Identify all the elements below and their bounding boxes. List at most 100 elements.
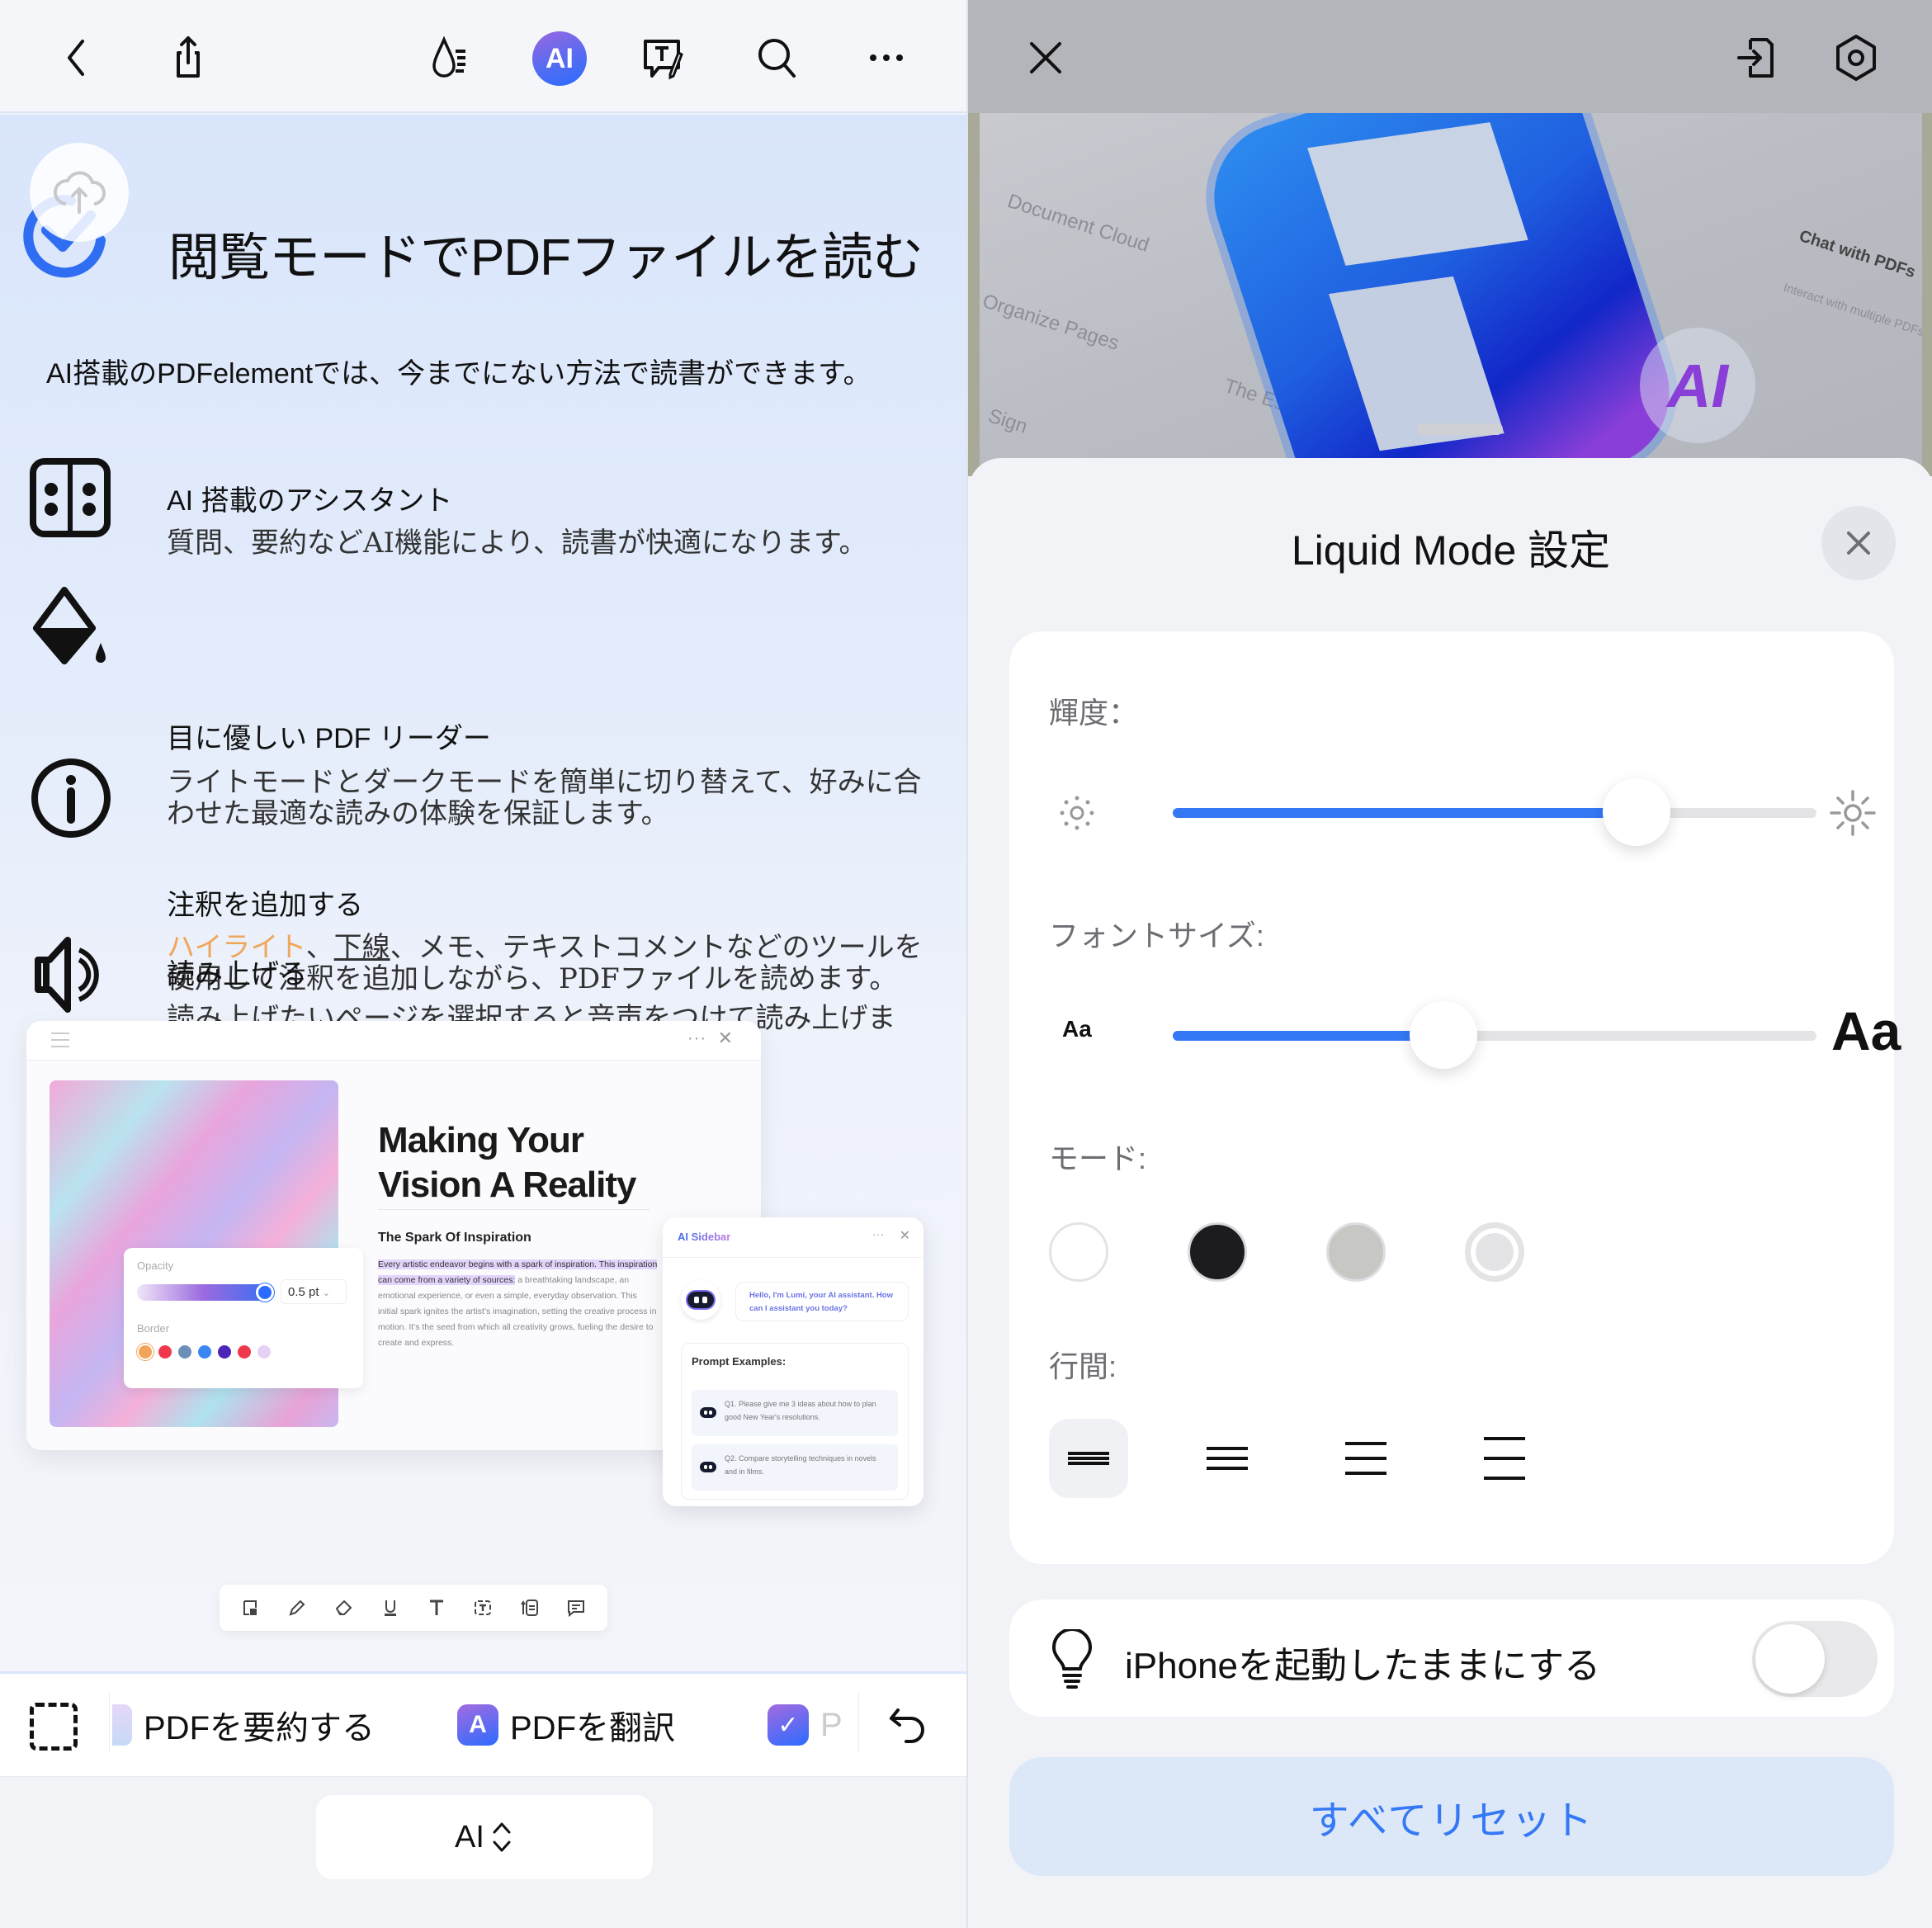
promo-label: Chat with PDFs <box>1797 226 1918 282</box>
brightness-low-icon <box>1060 796 1094 830</box>
preview-body: Every artistic endeavor begins with a sp… <box>378 1257 659 1351</box>
brightness-slider[interactable] <box>1173 778 1816 846</box>
chevron-up-down-icon <box>493 1822 511 1852</box>
border-color-swatch <box>139 1345 152 1359</box>
promo-label: Document Cloud <box>1004 190 1152 257</box>
textbox-icon <box>472 1597 494 1618</box>
back-icon[interactable] <box>51 31 104 84</box>
text-edit-icon[interactable] <box>637 31 690 84</box>
sheet-grabber[interactable] <box>1417 423 1503 435</box>
translate-pdf-button[interactable]: A PDFを翻訳 <box>457 1695 675 1755</box>
speaker-icon <box>35 937 99 1013</box>
feature-description: 質問、要約などAI機能により、読書が快適になります。 <box>167 527 867 560</box>
mode-switcher[interactable]: AI <box>316 1795 653 1879</box>
ai-logo: AI <box>1640 328 1755 443</box>
mode-system-option[interactable] <box>1465 1222 1524 1282</box>
prompt-text: Q2. Compare storytelling techniques in n… <box>725 1454 876 1476</box>
promo-label: Interact with multiple PDFs <box>1781 280 1922 340</box>
promo-image: Document Cloud Organize Pages Sign The E… <box>980 113 1922 476</box>
line-spacing-normal-icon <box>1207 1447 1248 1470</box>
close-icon[interactable] <box>1019 31 1072 84</box>
border-color-swatch <box>257 1345 271 1359</box>
more-icon[interactable] <box>860 31 913 84</box>
settings-gear-icon[interactable] <box>1830 31 1882 84</box>
slider-thumb[interactable] <box>1409 1001 1477 1069</box>
promo-label: Sign <box>985 404 1031 438</box>
cloud-upload-button[interactable] <box>30 143 129 242</box>
cloud-upload-icon <box>53 171 106 214</box>
font-size-large-sample: Aa <box>1831 1000 1901 1061</box>
divider <box>858 1692 859 1753</box>
opacity-slider-knob <box>256 1283 274 1302</box>
liquid-mode-icon[interactable] <box>424 31 477 84</box>
brightness-high-icon <box>1830 790 1876 836</box>
preview-heading: Making Your Vision A Reality <box>378 1118 636 1207</box>
feature-title: AI 搭載のアシスタント <box>167 485 453 517</box>
undo-icon[interactable] <box>886 1704 933 1750</box>
ai-sidebar-preview: AI Sidebar ··· ✕ Hello, I'm Lumi, your A… <box>663 1217 923 1506</box>
preview-heading-line: Vision A Reality <box>378 1165 636 1205</box>
feature-title: 目に優しい PDF リーダー <box>167 723 491 754</box>
page-title: 閲覧モードでPDFファイルを読む <box>168 229 923 286</box>
toggle-thumb <box>1755 1624 1825 1694</box>
eraser-icon <box>333 1597 355 1618</box>
divider <box>109 1692 110 1753</box>
feature-preview-image: ··· ✕ Opacity 0.5 pt ⌄ Border Making You… <box>26 1021 761 1450</box>
close-icon: ✕ <box>899 1229 910 1243</box>
font-size-slider[interactable] <box>1173 1001 1816 1069</box>
line-spacing-extra-wide[interactable] <box>1465 1419 1544 1498</box>
keep-awake-toggle[interactable] <box>1752 1621 1878 1697</box>
search-icon[interactable] <box>751 31 804 84</box>
underline-sample: 下線 <box>333 931 390 964</box>
select-area-icon[interactable] <box>30 1703 78 1751</box>
translate-icon: A <box>457 1704 498 1746</box>
lightbulb-icon <box>1052 1629 1092 1689</box>
mode-dark-option[interactable] <box>1188 1222 1247 1282</box>
close-sheet-button[interactable] <box>1821 506 1896 580</box>
feature-title: 注釈を追加する <box>167 890 363 921</box>
prompt-example: Q1. Please give me 3 ideas about how to … <box>692 1390 898 1436</box>
bot-avatar <box>681 1280 720 1320</box>
display-settings-card: 輝度： フォントサイズ: Aa Aa モード: 行間: <box>1009 631 1901 1564</box>
ai-assistant-button[interactable]: AI <box>532 31 587 86</box>
sticky-note-icon <box>240 1597 262 1618</box>
divider <box>378 1209 650 1210</box>
slider-thumb[interactable] <box>1602 778 1670 846</box>
pencil-icon <box>286 1597 308 1618</box>
annotation-toolbar-preview <box>220 1585 607 1631</box>
text-list-icon <box>519 1597 541 1618</box>
settings-sheet: Liquid Mode 設定 輝度： フォントサイズ: Aa Aa モード: 行… <box>968 458 1932 1928</box>
line-spacing-compact-icon <box>1068 1452 1109 1465</box>
bot-icon <box>687 1292 714 1308</box>
font-size-small-sample: Aa <box>1062 1016 1092 1042</box>
line-spacing-wide-icon <box>1345 1442 1386 1475</box>
border-color-swatch <box>158 1345 172 1359</box>
sheet-title: Liquid Mode 設定 <box>1291 527 1611 574</box>
preview-heading-line: Making Your <box>378 1120 584 1160</box>
line-spacing-wide[interactable] <box>1326 1419 1405 1498</box>
chevron-down-icon: ⌄ <box>322 1288 330 1298</box>
ai-greeting: Hello, I'm Lumi, your AI assistant. How … <box>735 1282 909 1321</box>
proofread-pdf-button[interactable]: ✓ P <box>768 1695 843 1755</box>
share-icon[interactable] <box>162 31 215 84</box>
mode-switcher-label: AI <box>455 1819 484 1855</box>
close-icon: ✕ <box>717 1028 733 1048</box>
promo-label: Organize Pages <box>980 290 1122 355</box>
line-spacing-compact[interactable] <box>1049 1419 1128 1498</box>
brightness-label: 輝度： <box>1049 696 1139 730</box>
export-icon[interactable] <box>1731 31 1783 84</box>
summarize-icon <box>112 1704 132 1746</box>
prompt-examples-header: Prompt Examples: <box>692 1355 786 1368</box>
separator: 、 <box>305 931 334 964</box>
feature-title: 読み上げる <box>167 959 307 990</box>
summarize-pdf-button[interactable]: PDFを要約する <box>112 1695 375 1755</box>
mode-light-option[interactable] <box>1049 1222 1108 1282</box>
comment-icon <box>565 1597 587 1618</box>
paint-bucket-icon <box>33 587 106 664</box>
border-color-swatch <box>218 1345 231 1359</box>
border-color-swatch <box>238 1345 251 1359</box>
line-spacing-normal[interactable] <box>1188 1419 1267 1498</box>
reset-all-button[interactable]: すべてリセット <box>1009 1757 1894 1876</box>
mode-gray-option[interactable] <box>1326 1222 1386 1282</box>
body-text: a breathtaking landscape, an emotional e… <box>378 1275 657 1348</box>
